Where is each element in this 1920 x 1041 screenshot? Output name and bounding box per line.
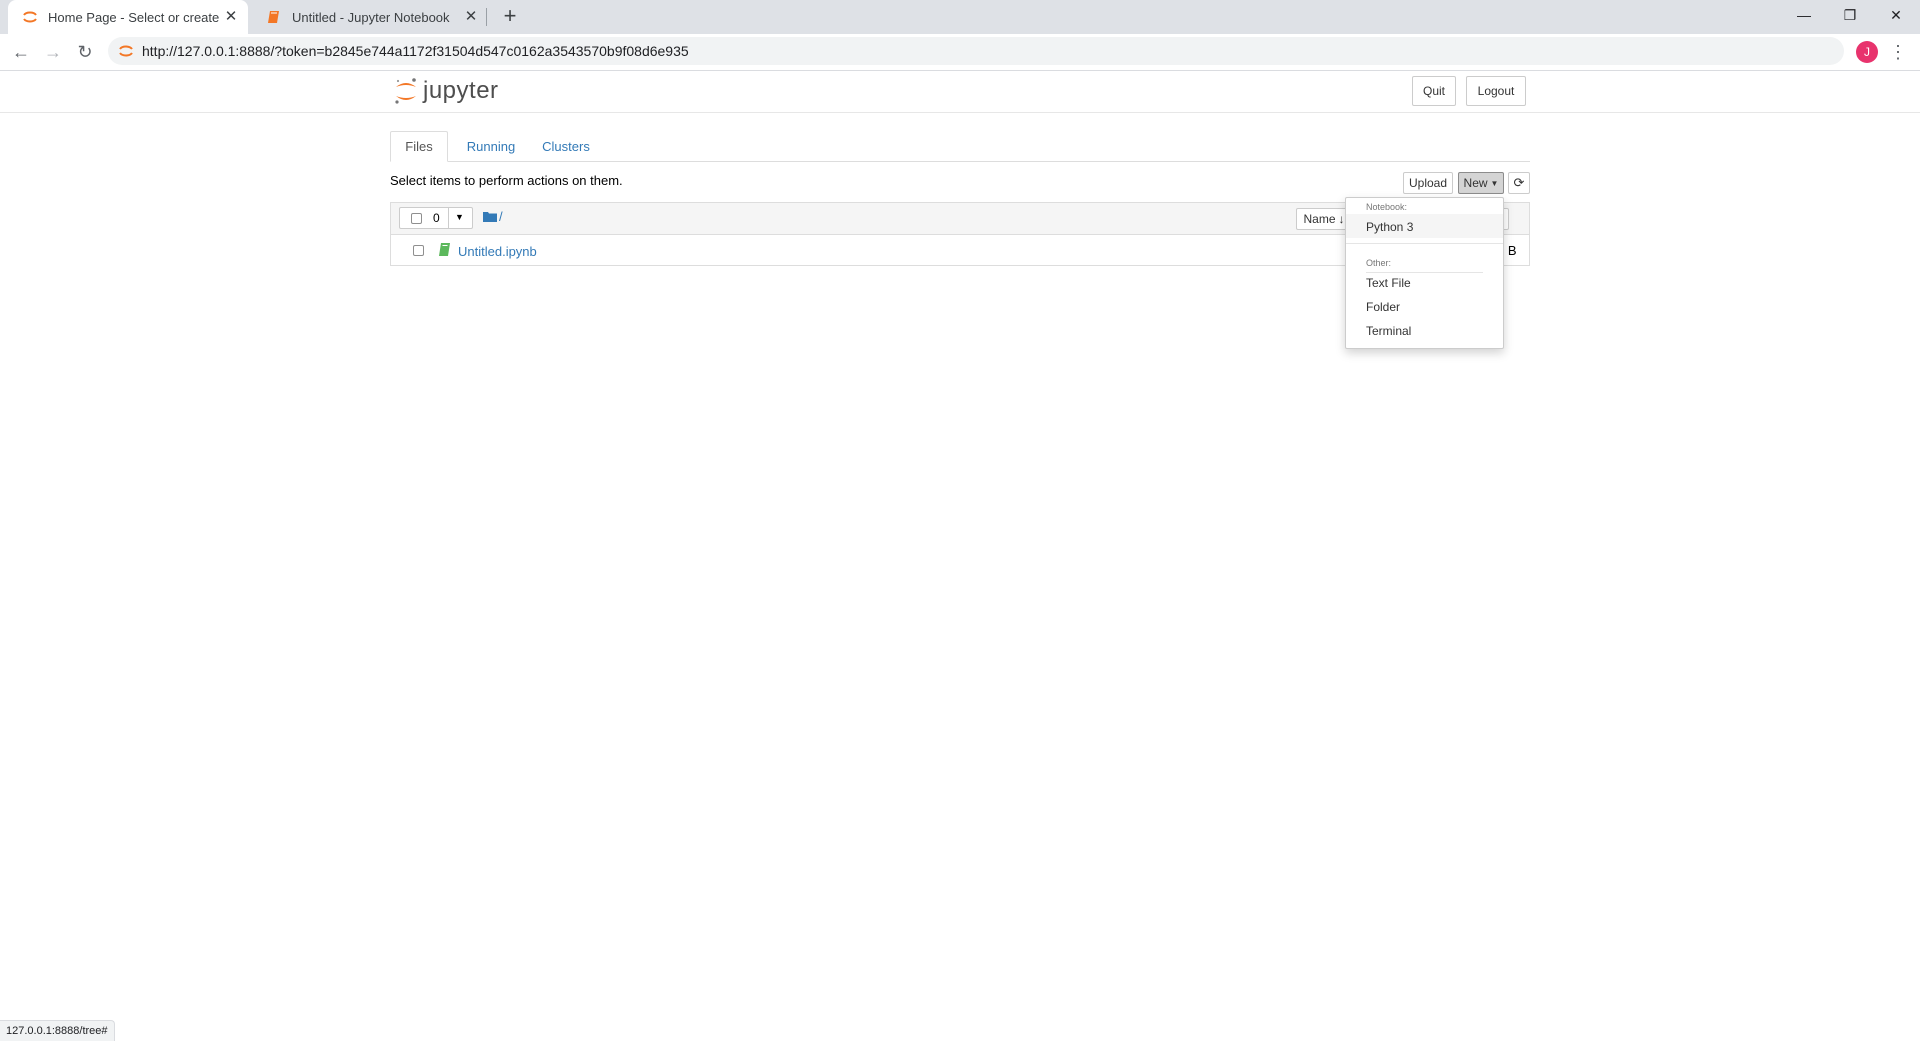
arrow-down-icon: ↓	[1338, 212, 1345, 226]
logo-text: jupyter	[423, 77, 499, 104]
restore-icon[interactable]: ❐	[1827, 0, 1873, 30]
tab-files[interactable]: Files	[390, 131, 448, 162]
url-text: http://127.0.0.1:8888/?token=b2845e744a1…	[142, 43, 689, 59]
select-all-dropdown[interactable]: 0 ▼	[399, 207, 473, 229]
menu-header-notebook: Notebook:	[1366, 202, 1408, 212]
refresh-icon: ⟳	[1513, 175, 1525, 190]
new-tab-icon[interactable]: +	[498, 5, 522, 29]
browser-toolbar: ← → ↻ http://127.0.0.1:8888/?token=b2845…	[0, 34, 1920, 71]
menu-divider	[1366, 272, 1483, 273]
breadcrumb-root[interactable]: /	[499, 209, 503, 224]
jupyter-logo[interactable]: jupyter	[393, 76, 499, 106]
sort-name-button[interactable]: Name ↓	[1296, 208, 1352, 230]
minimize-icon[interactable]: —	[1781, 0, 1827, 30]
browser-tab-home[interactable]: Home Page - Select or create a notebook …	[8, 0, 248, 34]
selection-hint: Select items to perform actions on them.	[390, 173, 623, 188]
close-icon[interactable]: ✕	[222, 8, 240, 26]
reload-icon[interactable]: ↻	[73, 40, 97, 64]
link-status-bar: 127.0.0.1:8888/tree#	[0, 1020, 115, 1041]
notebook-favicon-icon	[268, 11, 279, 23]
notebook-icon	[439, 243, 450, 256]
address-bar[interactable]: http://127.0.0.1:8888/?token=b2845e744a1…	[108, 37, 1844, 65]
new-button-label: New	[1463, 176, 1488, 190]
logout-button[interactable]: Logout	[1466, 76, 1526, 106]
caret-down-icon: ▼	[1490, 178, 1499, 188]
menu-item-python3[interactable]: Python 3	[1366, 220, 1413, 234]
upload-button[interactable]: Upload	[1403, 172, 1453, 194]
menu-divider	[1346, 243, 1503, 244]
caret-down-icon[interactable]: ▼	[455, 212, 464, 222]
back-arrow-icon[interactable]: ←	[9, 40, 33, 64]
notebook-tabs: Files Running Clusters	[390, 131, 1530, 162]
tab-running[interactable]: Running	[456, 131, 526, 162]
menu-item-folder[interactable]: Folder	[1366, 300, 1400, 314]
menu-item-terminal[interactable]: Terminal	[1366, 324, 1411, 338]
jupyter-favicon-icon	[119, 45, 133, 57]
forward-arrow-icon[interactable]: →	[41, 40, 65, 64]
new-dropdown-menu: Notebook: Python 3 Other: Text File Fold…	[1345, 197, 1504, 349]
menu-item-text-file[interactable]: Text File	[1366, 276, 1411, 290]
select-all-checkbox[interactable]	[411, 213, 422, 224]
jupyter-logo-icon	[395, 78, 416, 104]
tab-clusters[interactable]: Clusters	[532, 131, 600, 162]
file-name-link[interactable]: Untitled.ipynb	[458, 244, 537, 259]
window-close-icon[interactable]: ✕	[1873, 0, 1919, 30]
browser-tab-title: Home Page - Select or create a notebook	[48, 9, 220, 25]
profile-avatar[interactable]: J	[1856, 41, 1878, 63]
jupyter-favicon-icon	[23, 11, 37, 23]
refresh-button[interactable]: ⟳	[1508, 172, 1530, 194]
browser-tab-bar: Home Page - Select or create a notebook …	[0, 0, 1920, 34]
file-checkbox[interactable]	[413, 245, 424, 256]
selected-count: 0	[433, 211, 440, 225]
menu-header-other: Other:	[1366, 258, 1392, 268]
menu-kebab-icon[interactable]: ⋮	[1888, 40, 1908, 64]
divider	[448, 208, 449, 228]
jupyter-header: jupyter Quit Logout	[0, 71, 1920, 113]
tab-separator	[486, 8, 487, 26]
sort-name-label: Name	[1303, 212, 1336, 226]
browser-tab-notebook[interactable]: Untitled - Jupyter Notebook ✕	[252, 0, 488, 34]
close-icon[interactable]: ✕	[462, 8, 480, 26]
new-button[interactable]: New ▼	[1458, 172, 1504, 194]
folder-icon	[483, 212, 497, 222]
quit-button[interactable]: Quit	[1412, 76, 1456, 106]
browser-tab-title: Untitled - Jupyter Notebook	[292, 9, 450, 25]
